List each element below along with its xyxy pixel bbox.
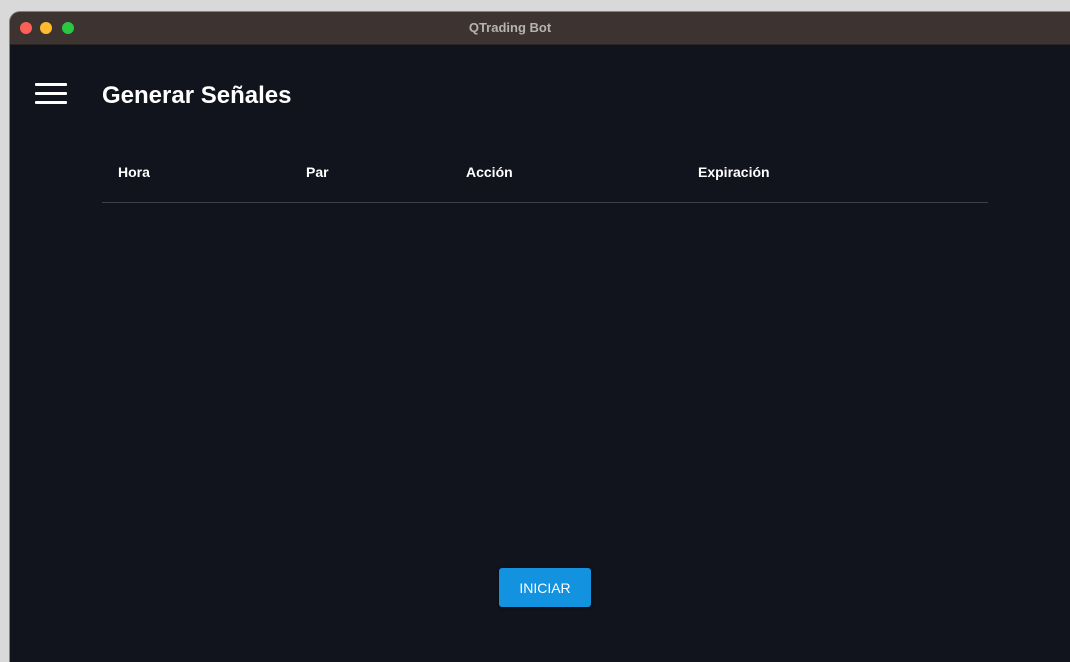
column-header-expiracion[interactable]: Expiración — [698, 164, 770, 180]
page-title: Generar Señales — [102, 82, 292, 109]
menu-bar-line — [35, 92, 67, 95]
signals-table-header: Hora Par Acción Expiración — [102, 162, 988, 203]
menu-bar-line — [35, 101, 67, 104]
menu-bar-line — [35, 83, 67, 86]
window-title: QTrading Bot — [468, 20, 552, 35]
hamburger-menu-icon[interactable] — [35, 83, 67, 107]
column-header-par[interactable]: Par — [306, 164, 329, 180]
column-header-accion[interactable]: Acción — [466, 164, 513, 180]
start-button[interactable]: INICIAR — [499, 568, 591, 607]
title-bar[interactable]: QTrading Bot — [10, 12, 1070, 45]
app-window: QTrading Bot Generar Señales Hora Par Ac… — [10, 12, 1070, 662]
column-header-hora[interactable]: Hora — [118, 164, 150, 180]
